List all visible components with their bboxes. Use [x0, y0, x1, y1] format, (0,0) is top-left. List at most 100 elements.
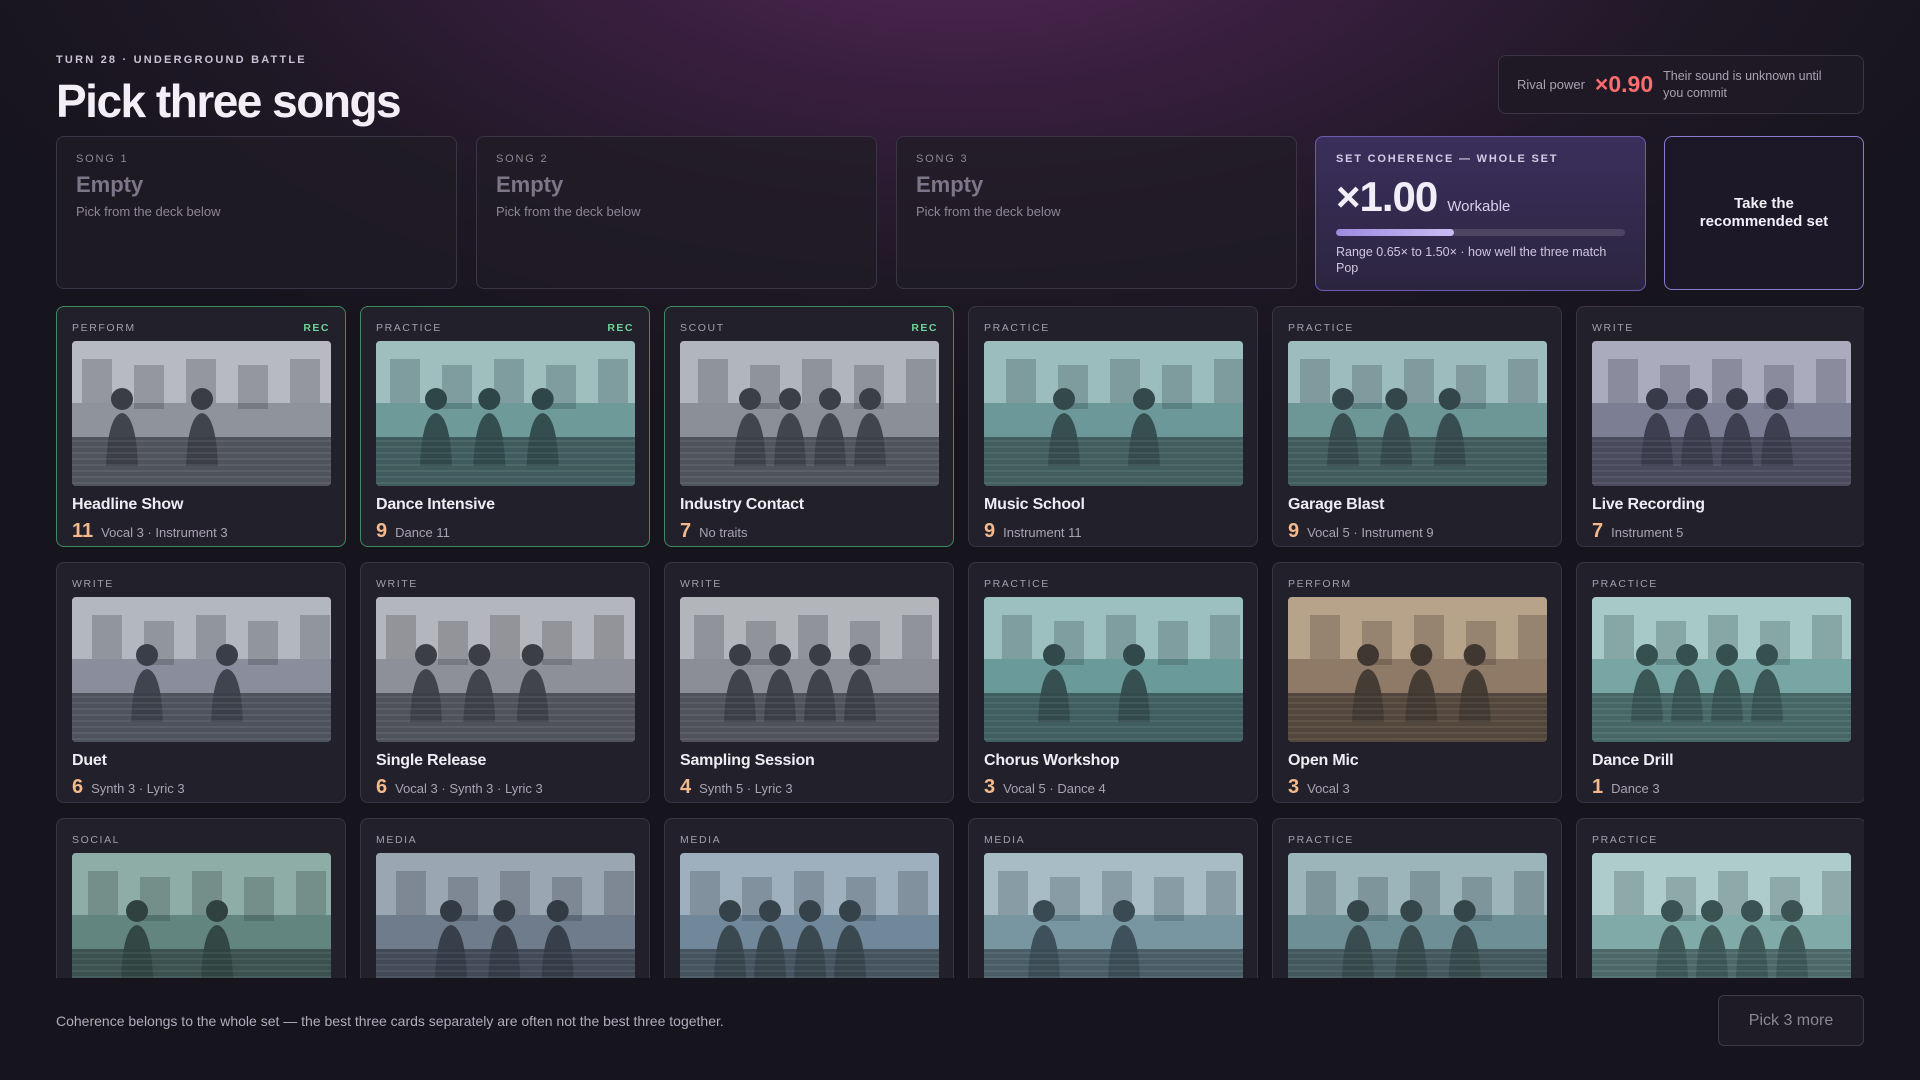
card-power: 11: [72, 520, 94, 542]
dance-drill-illustration: [1592, 597, 1851, 742]
card-traits: Vocal 3 · Instrument 3: [101, 525, 228, 540]
card-title: Dance Intensive: [376, 496, 495, 513]
card-type-label: MEDIA: [376, 834, 418, 846]
card-type-label: PRACTICE: [1288, 322, 1354, 334]
card-type-label: WRITE: [72, 578, 114, 590]
song-card[interactable]: PERFORM Open Mic 3 Vocal 3: [1272, 562, 1562, 803]
card-title: Single Release: [376, 752, 487, 769]
vocal-booth-illustration: [1288, 853, 1547, 978]
song-slot-2[interactable]: SONG 2 Empty Pick from the deck below: [476, 136, 877, 289]
footer-note: Coherence belongs to the whole set — the…: [56, 1013, 724, 1029]
card-type-label: PRACTICE: [1592, 578, 1658, 590]
recommended-badge: REC: [911, 322, 938, 334]
card-type-label: MEDIA: [680, 834, 722, 846]
song-card[interactable]: PRACTICE Chorus Workshop 3 Vocal 5 · Dance …: [968, 562, 1258, 803]
page-title: Pick three songs: [56, 75, 402, 127]
card-title: Garage Blast: [1288, 496, 1385, 513]
recommended-badge: REC: [607, 322, 634, 334]
card-power: 3: [1288, 776, 1300, 798]
song-card[interactable]: SCOUT REC Industry Contact 7 No traits: [664, 306, 954, 547]
song-deck-grid[interactable]: PERFORM REC Headline Show 11 Vocal 3 · Instr…: [56, 306, 1864, 978]
card-type-label: WRITE: [1592, 322, 1634, 334]
slot-label: SONG 1: [76, 153, 129, 165]
card-traits: Synth 3 · Lyric 3: [91, 781, 185, 796]
song-card[interactable]: SOCIAL: [56, 818, 346, 978]
slot-hint: Pick from the deck below: [496, 204, 641, 219]
pick-more-button[interactable]: Pick 3 more: [1718, 995, 1864, 1046]
duet-singers-illustration: [72, 597, 331, 742]
card-power: 6: [72, 776, 84, 798]
card-title: Open Mic: [1288, 752, 1359, 769]
studio-couch-illustration: [376, 597, 635, 742]
card-power: 6: [376, 776, 388, 798]
coherence-note: Range 0.65× to 1.50× · how well the thre…: [1336, 245, 1607, 275]
slot-value: Empty: [496, 172, 564, 197]
card-traits: Instrument 11: [1003, 525, 1082, 540]
rehearsal-room-illustration: [1592, 853, 1851, 978]
song-card[interactable]: WRITE Duet 6 Synth 3 · Lyric 3: [56, 562, 346, 803]
song-card[interactable]: PRACTICE Garage Blast 9 Vocal 5 · Instrumen…: [1272, 306, 1562, 547]
song-card[interactable]: PRACTICE: [1576, 818, 1864, 978]
podcast-illustration: [680, 853, 939, 978]
garage-guitarist-illustration: [1288, 341, 1547, 486]
slot-value: Empty: [916, 172, 984, 197]
song-card[interactable]: WRITE Live Recording 7 Instrument 5: [1576, 306, 1864, 547]
card-power: 9: [376, 520, 388, 542]
card-type-label: SOCIAL: [72, 834, 121, 846]
card-power: 9: [1288, 520, 1300, 542]
open-mic-illustration: [1288, 597, 1547, 742]
card-traits: Vocal 5 · Dance 4: [1003, 781, 1106, 796]
coherence-value: ×1.00: [1336, 173, 1438, 220]
card-title: Sampling Session: [680, 752, 815, 769]
song-card[interactable]: MEDIA: [968, 818, 1258, 978]
card-type-label: PERFORM: [1288, 578, 1352, 590]
backstage-chat-illustration: [72, 853, 331, 978]
rival-power-note: Their sound is unknown until you commit: [1663, 69, 1822, 100]
song-card[interactable]: PERFORM REC Headline Show 11 Vocal 3 · Instr…: [56, 306, 346, 547]
song-card[interactable]: PRACTICE REC Dance Intensive 9 Dance 11: [360, 306, 650, 547]
slot-value: Empty: [76, 172, 144, 197]
take-recommended-set-button[interactable]: Take the recommended set: [1664, 136, 1864, 290]
recommended-badge: REC: [303, 322, 330, 334]
set-coherence-panel: SET COHERENCE — WHOLE SET ×1.00 Workable…: [1315, 136, 1646, 291]
coherence-meter: [1336, 229, 1625, 236]
card-power: 4: [680, 776, 692, 798]
card-traits: No traits: [699, 525, 748, 540]
card-title: Duet: [72, 752, 107, 769]
card-traits: Vocal 3: [1307, 781, 1350, 796]
song-card[interactable]: MEDIA: [664, 818, 954, 978]
card-power: 3: [984, 776, 996, 798]
song-card[interactable]: PRACTICE Dance Drill 1 Dance 3: [1576, 562, 1864, 803]
song-slot-3[interactable]: SONG 3 Empty Pick from the deck below: [896, 136, 1297, 289]
song-card[interactable]: WRITE Single Release 6 Vocal 3 · Synth 3 · …: [360, 562, 650, 803]
card-type-label: PRACTICE: [984, 322, 1050, 334]
card-type-label: SCOUT: [680, 322, 725, 334]
card-power: 1: [1592, 776, 1604, 798]
rival-power-value: ×0.90: [1594, 71, 1654, 97]
slot-label: SONG 2: [496, 153, 549, 165]
song-card[interactable]: PRACTICE Music School 9 Instrument 11: [968, 306, 1258, 547]
card-traits: Dance 3: [1611, 781, 1660, 796]
card-traits: Synth 5 · Lyric 3: [699, 781, 793, 796]
card-power: 7: [1592, 520, 1604, 542]
exhausted-dancer-illustration: [376, 341, 635, 486]
slot-hint: Pick from the deck below: [76, 204, 221, 219]
card-title: Dance Drill: [1592, 752, 1674, 769]
song-card[interactable]: WRITE Sampling Session 4 Synth 5 · Lyric 3: [664, 562, 954, 803]
card-traits: Instrument 5: [1611, 525, 1684, 540]
photo-shoot-illustration: [376, 853, 635, 978]
page-header: TURN 28 · UNDERGROUND BATTLE Pick three …: [56, 54, 402, 128]
song-card[interactable]: MEDIA: [360, 818, 650, 978]
card-type-label: PRACTICE: [376, 322, 442, 334]
card-type-label: WRITE: [680, 578, 722, 590]
song-card[interactable]: PRACTICE: [1272, 818, 1562, 978]
song-slot-1[interactable]: SONG 1 Empty Pick from the deck below: [56, 136, 457, 289]
slot-label: SONG 3: [916, 153, 969, 165]
card-title: Music School: [984, 496, 1085, 513]
turn-label: TURN 28 · UNDERGROUND BATTLE: [56, 54, 307, 66]
card-type-label: PRACTICE: [984, 578, 1050, 590]
card-type-label: WRITE: [376, 578, 418, 590]
card-type-label: MEDIA: [984, 834, 1026, 846]
crate-digging-illustration: [680, 597, 939, 742]
coherence-status: Workable: [1447, 198, 1511, 215]
